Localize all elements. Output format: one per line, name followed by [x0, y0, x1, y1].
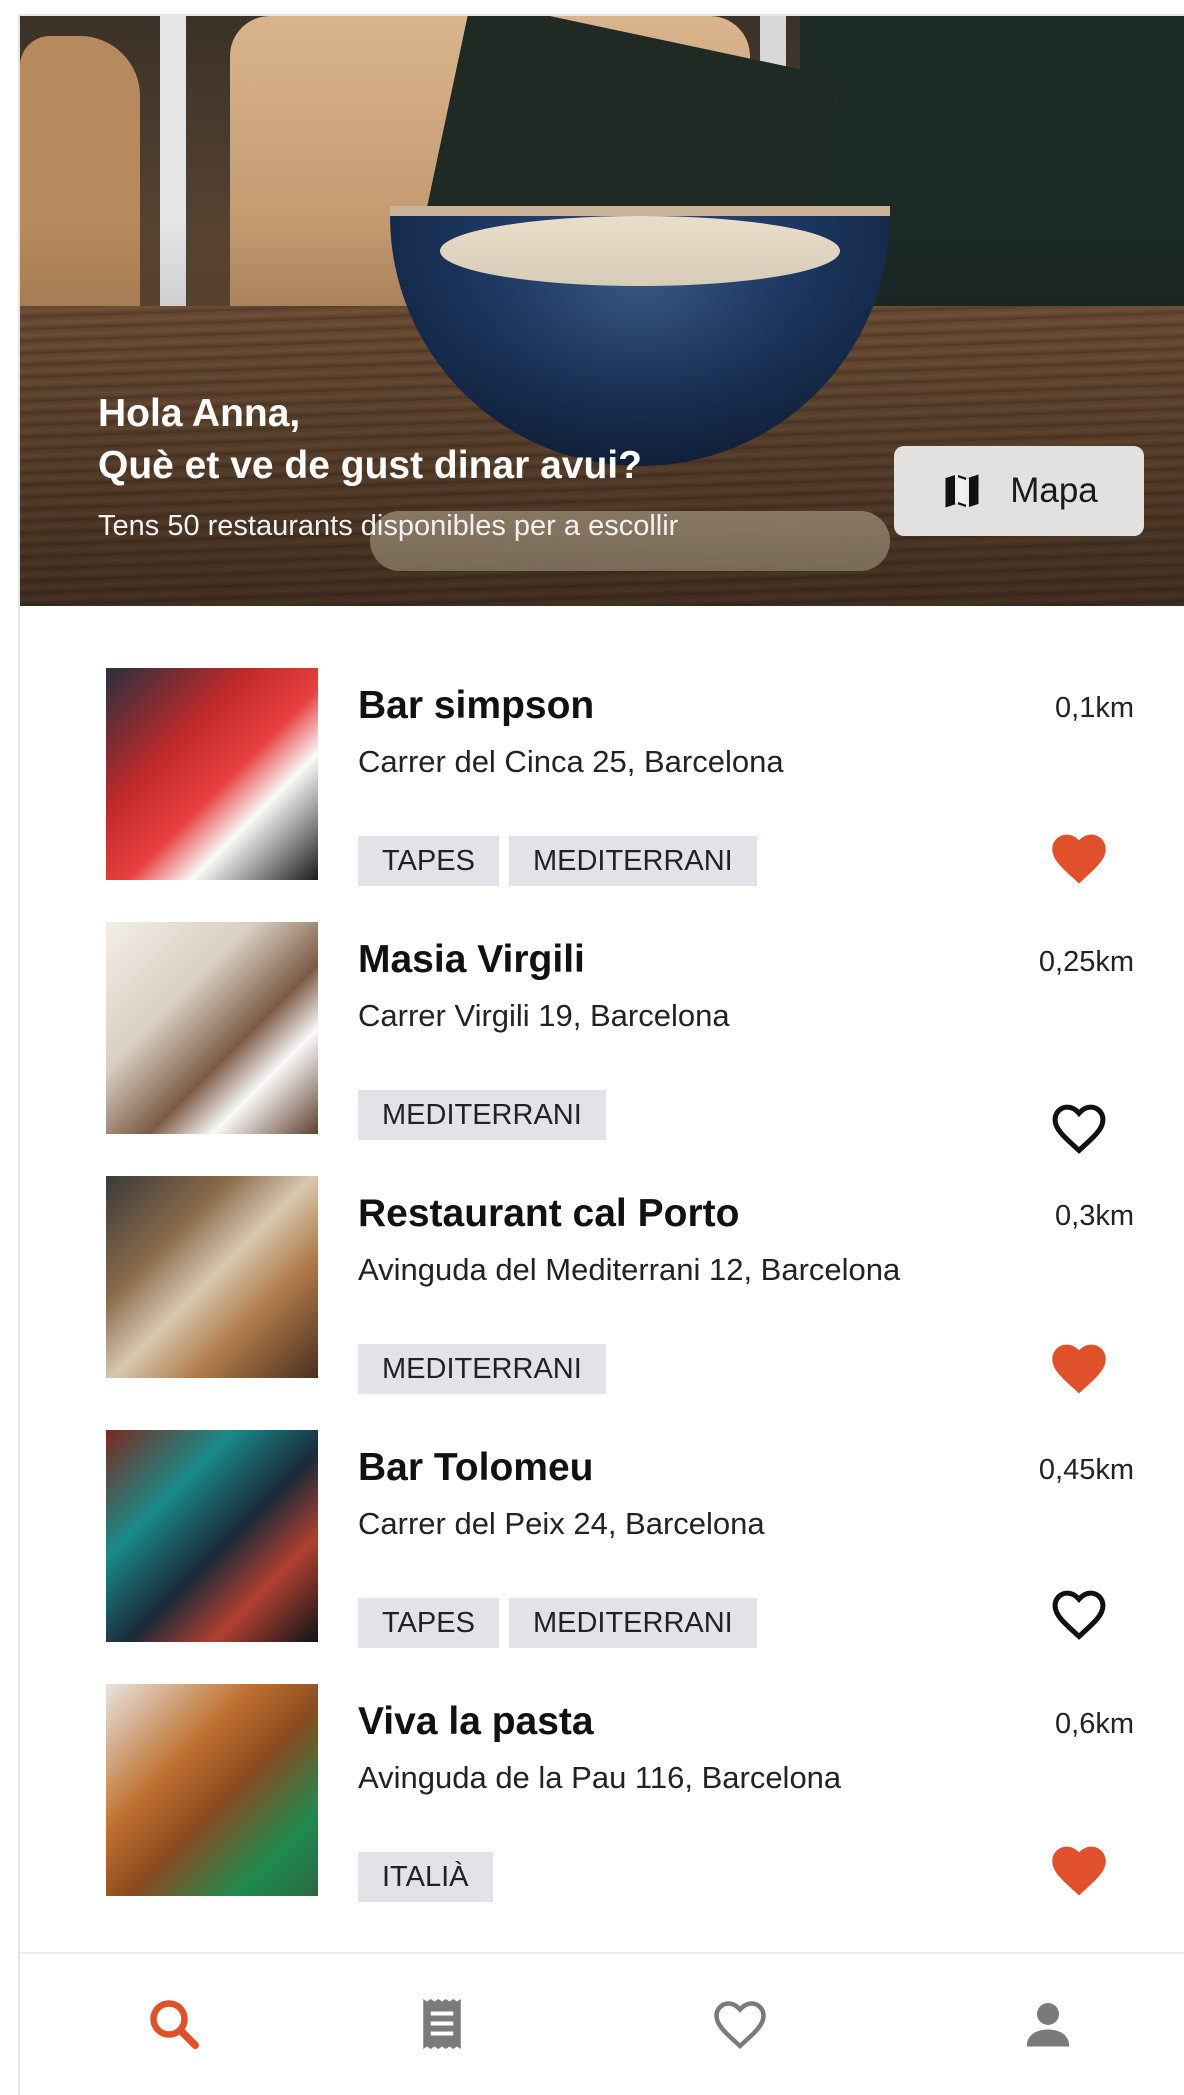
restaurant-name: Restaurant cal Porto [358, 1192, 740, 1235]
restaurant-photo [106, 1430, 318, 1642]
bottom-nav-bar [20, 1952, 1184, 2095]
greeting-line-2: Què et ve de gust dinar avui? [98, 444, 642, 487]
heart-outline-icon[interactable] [710, 1994, 770, 2054]
restaurant-address: Avinguda del Mediterrani 12, Barcelona [358, 1252, 901, 1287]
map-button[interactable]: Mapa [894, 446, 1144, 536]
restaurant-address: Carrer del Cinca 25, Barcelona [358, 744, 784, 779]
restaurant-card[interactable]: Bar simpson Carrer del Cinca 25, Barcelo… [20, 606, 1184, 886]
restaurant-card[interactable]: Restaurant cal Porto Avinguda del Medite… [20, 1114, 1184, 1394]
receipt-icon[interactable] [412, 1994, 472, 2054]
map-button-label: Mapa [1010, 471, 1098, 510]
restaurant-card[interactable]: Bar Tolomeu Carrer del Peix 24, Barcelon… [20, 1368, 1184, 1648]
restaurant-distance: 0,3km [1055, 1200, 1134, 1232]
hero-banner: Hola Anna, Què et ve de gust dinar avui?… [20, 16, 1184, 606]
map-icon [945, 474, 979, 508]
restaurant-photo [106, 1684, 318, 1896]
restaurant-card[interactable]: Viva la pasta Avinguda de la Pau 116, Ba… [20, 1622, 1184, 1902]
restaurant-photo [106, 922, 318, 1134]
restaurant-distance: 0,6km [1055, 1708, 1134, 1740]
restaurant-tags: ITALIÀ [358, 1852, 493, 1902]
restaurant-distance: 0,45km [1038, 1454, 1134, 1486]
restaurant-address: Avinguda de la Pau 116, Barcelona [358, 1760, 842, 1795]
restaurant-name: Bar simpson [358, 684, 595, 727]
hero-subtitle: Tens 50 restaurants disponibles per a es… [98, 510, 679, 542]
restaurant-photo [106, 668, 318, 880]
search-icon[interactable] [144, 1994, 204, 2054]
restaurant-distance: 0,25km [1038, 946, 1134, 978]
restaurant-name: Masia Virgili [358, 938, 585, 981]
restaurant-name: Viva la pasta [358, 1700, 594, 1743]
restaurant-address: Carrer del Peix 24, Barcelona [358, 1506, 765, 1541]
restaurant-card[interactable]: Masia Virgili Carrer Virgili 19, Barcelo… [20, 860, 1184, 1154]
restaurant-name: Bar Tolomeu [358, 1446, 594, 1489]
restaurant-distance: 0,1km [1055, 692, 1134, 724]
heart-filled-icon[interactable] [1048, 1842, 1110, 1898]
cuisine-tag: ITALIÀ [358, 1852, 493, 1902]
greeting-line-1: Hola Anna, [98, 392, 301, 435]
app-screen: Hola Anna, Què et ve de gust dinar avui?… [18, 14, 1184, 2095]
hero-text: Hola Anna, Què et ve de gust dinar avui?… [98, 388, 678, 546]
restaurant-address: Carrer Virgili 19, Barcelona [358, 998, 730, 1033]
restaurant-photo [106, 1176, 318, 1378]
profile-icon[interactable] [1018, 1994, 1078, 2054]
